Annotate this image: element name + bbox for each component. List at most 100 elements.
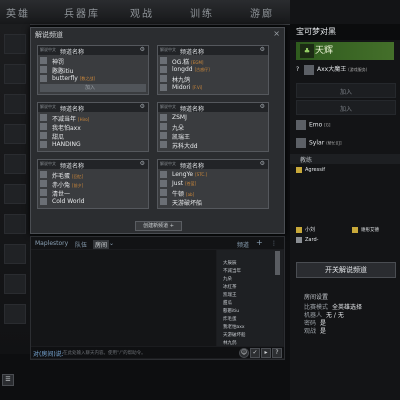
avatar	[40, 132, 47, 139]
user-item[interactable]: 九朵	[223, 276, 232, 282]
player-row: 甜瓜	[40, 132, 146, 141]
tab-channel[interactable]: 频道	[237, 240, 249, 249]
lobby-title: 宝可梦对黑	[290, 24, 400, 40]
gear-icon[interactable]: ⚙	[260, 160, 265, 167]
avatar	[40, 57, 47, 64]
nav-heroes[interactable]: 英雄	[6, 5, 30, 20]
chat-messages	[31, 250, 216, 346]
avatar	[304, 64, 314, 75]
channel-card[interactable]: 解说中文 频道名称 ⚙ 不减当年 [Hiro] 我老怕axx 甜瓜 HANDING	[37, 102, 149, 152]
channel-card[interactable]: 解说中文 频道名称 ⚙ OG.糕 [EGM] longdd [古惑仔] 林九鸽 Mido…	[157, 45, 269, 95]
spectator-slot[interactable]: 小刘	[296, 226, 315, 233]
avatar	[40, 198, 47, 205]
gear-icon[interactable]: ⚙	[260, 103, 265, 110]
player-row: 凯瑞王	[160, 132, 266, 141]
menu-icon[interactable]: ☰	[2, 374, 14, 386]
nav-arcade[interactable]: 游廊	[250, 5, 274, 20]
avatar	[296, 138, 306, 148]
add-icon[interactable]: +	[256, 238, 263, 247]
channel-card[interactable]: 解说中文 频道名称 ⚙ LengYe [STC.] Just [苍蓝] 牛顿 [ab] 天…	[157, 159, 269, 209]
broadcast-channel-panel: 解说频道 × 解说中文 频道名称 ⚙ 神罚 憨憨itiu butterfly [数之战…	[30, 27, 285, 234]
spectator-slot[interactable]: 谢彤艾德	[352, 226, 379, 233]
scrollbar[interactable]	[275, 251, 280, 275]
create-channel-button[interactable]: 创建新频道 +	[135, 221, 182, 231]
player-row: 憨憨itiu	[40, 66, 146, 75]
background-left	[0, 24, 30, 354]
tab-maplestory[interactable]: Maplestory	[35, 240, 68, 247]
gear-icon[interactable]: ⚙	[140, 103, 145, 110]
avatar	[160, 171, 167, 178]
spectator-slot[interactable]: Zard-	[296, 236, 318, 243]
player-row: 九朵	[160, 123, 266, 132]
user-item[interactable]: 大辰辰	[223, 260, 237, 266]
avatar	[160, 189, 167, 196]
avatar	[40, 171, 47, 178]
setting-row: 观战是	[304, 328, 327, 335]
panel-title: 解说频道	[35, 31, 63, 39]
coach-slot[interactable]: Agressif	[296, 166, 325, 173]
close-icon[interactable]: ×	[273, 29, 280, 38]
nav-learn[interactable]: 训练	[190, 5, 214, 20]
help-icon: ?	[296, 66, 300, 73]
chevron-down-icon[interactable]: ⌄	[109, 240, 114, 247]
more-icon[interactable]: ⋮	[271, 240, 277, 247]
coach-section: 教练	[290, 154, 400, 164]
player-row: HANDING	[40, 141, 146, 149]
avatar	[160, 84, 167, 91]
avatar	[40, 123, 47, 130]
user-item[interactable]: 不减当年	[223, 268, 241, 274]
avatar	[160, 57, 167, 64]
chat-panel: Maplestory 队伍 房间 ⌄ 频道 + ⋮ 大辰辰 不减当年 九朵 冰红…	[30, 236, 285, 360]
user-item[interactable]: 憨憨itiu	[223, 308, 239, 314]
chat-input[interactable]: 对(房间)说: 在此处输入聊天内容。使用“/”的帮助令。 ☺ ✓ ▸ ?	[31, 347, 284, 358]
top-nav: 英雄 兵器库 观战 训练 游廊	[0, 0, 290, 25]
avatar	[296, 120, 306, 130]
tab-team[interactable]: 队伍	[75, 240, 87, 249]
player-row: 牛顿 [ab]	[160, 189, 266, 198]
player-row: 苏科大dd	[160, 141, 266, 150]
player-row: 炸毛蛋 [回忆]	[40, 171, 146, 180]
user-item[interactable]: 我老怕axx	[223, 324, 245, 330]
player-row: 我老怕axx	[40, 123, 146, 132]
avatar	[160, 180, 167, 187]
nav-watch[interactable]: 观战	[130, 5, 154, 20]
emoji-icon[interactable]: ☺	[239, 348, 249, 358]
chat-input-label: 对(房间)说:	[33, 351, 64, 358]
user-item[interactable]: 甜瓜	[223, 300, 232, 306]
join-slot[interactable]: 加入	[296, 83, 396, 98]
user-item[interactable]: 冰红茶	[223, 284, 237, 290]
channel-card[interactable]: 解说中文 频道名称 ⚙ 炸毛蛋 [回忆] 赤小兔 [前夕] 清世一 Cold World	[37, 159, 149, 209]
sound-icon[interactable]: ▸	[261, 348, 271, 358]
player-row: 林九鸽	[160, 75, 266, 84]
check-icon[interactable]: ✓	[250, 348, 260, 358]
channel-card[interactable]: 解说中文 频道名称 ⚙ 神罚 憨憨itiu butterfly [数之战] 加入	[37, 45, 149, 95]
join-button[interactable]: 加入	[40, 84, 146, 92]
player-row: 清世一	[40, 189, 146, 198]
avatar	[40, 141, 47, 148]
gear-icon[interactable]: ⚙	[260, 46, 265, 53]
channel-header: 频道名称	[60, 49, 85, 56]
join-slot[interactable]: 加入	[296, 100, 396, 115]
gear-icon[interactable]: ⚙	[140, 160, 145, 167]
player-slot[interactable]: ? Axx大魔王 (游戏服务)	[296, 64, 367, 75]
player-row: 不减当年 [Hiro]	[40, 114, 146, 123]
room-settings-title: 房间设置	[304, 294, 329, 301]
toggle-broadcast-channel-button[interactable]: 开关解说频道	[296, 262, 396, 278]
channel-card[interactable]: 解说中文 频道名称 ⚙ ZSMJ 九朵 凯瑞王 苏科大dd	[157, 102, 269, 152]
user-item[interactable]: 天游破坏船	[223, 332, 246, 338]
help-icon[interactable]: ?	[272, 348, 282, 358]
user-item[interactable]: 炸毛蛋	[223, 316, 237, 322]
player-slot[interactable]: Sylar (帮忙)[J]	[296, 138, 342, 148]
user-item[interactable]: 凯瑞王	[223, 292, 237, 298]
player-slot[interactable]: Emo [G]	[296, 120, 330, 130]
avatar	[160, 141, 167, 148]
user-item[interactable]: 林九鸽	[223, 340, 237, 346]
player-row: longdd [古惑仔]	[160, 66, 266, 74]
avatar	[40, 189, 47, 196]
avatar	[40, 75, 47, 82]
gear-icon[interactable]: ⚙	[140, 46, 145, 53]
nav-armory[interactable]: 兵器库	[64, 5, 100, 20]
tab-room[interactable]: 房间	[93, 240, 110, 249]
player-row: OG.糕 [EGM]	[160, 57, 266, 66]
avatar	[160, 114, 167, 121]
